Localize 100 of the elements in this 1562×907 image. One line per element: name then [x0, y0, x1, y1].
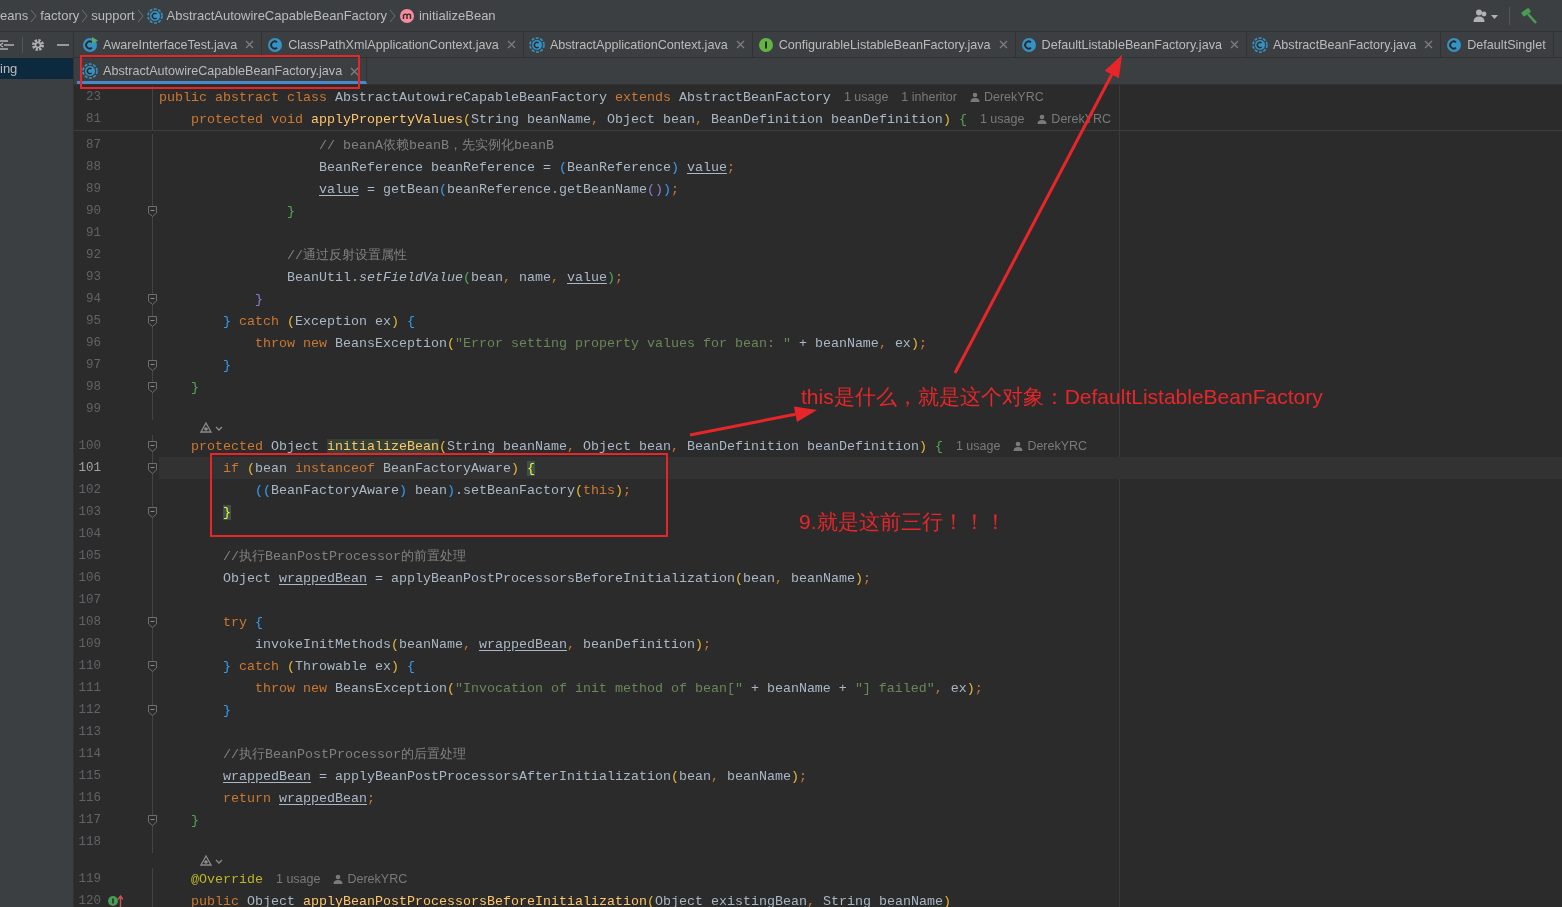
code-line: @Override: [191, 871, 263, 887]
breadcrumb-item[interactable]: support: [91, 8, 135, 23]
fold-icon[interactable]: [148, 462, 157, 474]
line-number: 89: [85, 182, 101, 196]
editor-tab[interactable]: AwareInterfaceTest.java: [77, 32, 263, 57]
line-number: 81: [85, 112, 101, 126]
method-icon: [399, 7, 415, 24]
breadcrumb-item[interactable]: AbstractAutowireCapableBeanFactory: [166, 8, 387, 23]
editor-tab[interactable]: AbstractBeanFactory.java: [1246, 32, 1442, 57]
author-name: DerekYRC: [347, 872, 408, 886]
code-line: return wrappedBean;: [223, 790, 375, 806]
code-line: } catch (Exception ex) {: [223, 313, 415, 329]
code-line: throw new BeansException("Invocation of init method of bean[" + beanName + "] failed", ex);: [255, 680, 983, 696]
line-number: 104: [77, 527, 101, 541]
code-line: value = getBean(beanReference.getBeanName());: [318, 181, 679, 197]
line-number: 105: [77, 549, 101, 563]
implemented-marker-icon[interactable]: [107, 894, 123, 907]
editor-tab[interactable]: AbstractAutowireCapableBeanFactory.java: [77, 58, 368, 84]
fold-icon[interactable]: [148, 315, 157, 327]
hammer-icon[interactable]: [1520, 6, 1538, 25]
line-number: 103: [77, 505, 101, 519]
person-icon: [969, 92, 980, 102]
settings-icon[interactable]: [31, 37, 45, 52]
code-line: Object wrappedBean = applyBeanPostProcessorsBeforeInitialization(bean, beanName);: [223, 570, 871, 586]
fold-icon[interactable]: [148, 704, 157, 716]
breadcrumb-item[interactable]: eans: [0, 8, 29, 23]
author-name: DerekYRC: [983, 90, 1044, 104]
line-number: 96: [85, 336, 101, 350]
line-number: 109: [77, 637, 101, 651]
line-number: 116: [77, 791, 101, 805]
fold-icon[interactable]: [148, 205, 157, 217]
close-icon[interactable]: [1424, 40, 1434, 49]
line-number: 97: [85, 358, 101, 372]
abstract-class-icon: [1251, 36, 1268, 53]
code-line: public abstract class AbstractAutowireCapableBeanFactory extends AbstractBeanFactory: [159, 89, 831, 105]
user-icon[interactable]: [1473, 7, 1499, 24]
line-number: 102: [77, 483, 101, 497]
annotation-note: this是什么，就是这个对象：DefaultListableBeanFactory: [801, 384, 1323, 410]
fold-icon[interactable]: [148, 660, 157, 672]
close-icon[interactable]: [506, 40, 516, 49]
person-icon: [333, 874, 344, 884]
line-number: 101: [77, 461, 101, 475]
annotation-note: 9.就是这前三行！！！: [799, 509, 1006, 535]
line-number: 120: [77, 894, 101, 907]
close-icon[interactable]: [735, 40, 745, 49]
line-number: 98: [85, 380, 101, 394]
code-line: //执行BeanPostProcessor的后置处理: [223, 746, 466, 763]
editor-tab[interactable]: DefaultListableBeanFactory.java: [1015, 32, 1247, 57]
editor-tab[interactable]: DefaultSinglet: [1441, 32, 1554, 57]
line-number: 95: [85, 314, 101, 328]
line-number: 119: [77, 872, 101, 886]
line-number: 108: [77, 615, 101, 629]
usage-hint: 1 usage: [979, 112, 1025, 126]
line-number: 110: [77, 659, 101, 673]
usage-hint: 1 usage: [276, 872, 321, 886]
code-line: if (bean instanceof BeanFactoryAware) {: [223, 460, 535, 476]
editor-tab[interactable]: ConfigurableListableBeanFactory.java: [752, 32, 1016, 57]
code-vision-icon[interactable]: [199, 853, 225, 868]
code-line: throw new BeansException("Error setting property values for bean: " + beanName, ex);: [255, 335, 927, 351]
line-number: 91: [85, 226, 101, 240]
code-line: }: [223, 702, 231, 718]
line-number: 100: [77, 439, 101, 453]
test-class-icon: [82, 36, 98, 53]
fold-icon[interactable]: [148, 359, 157, 371]
usage-hint: 1 usage: [843, 90, 889, 104]
fold-icon[interactable]: [148, 814, 157, 826]
interface-icon: [757, 36, 774, 53]
abstract-class-icon: [146, 7, 163, 24]
fold-icon[interactable]: [148, 616, 157, 628]
fold-icon[interactable]: [148, 293, 157, 305]
code-line: }: [223, 357, 231, 373]
line-number: 114: [77, 747, 101, 761]
close-icon[interactable]: [245, 40, 255, 49]
close-icon[interactable]: [1229, 40, 1239, 49]
fold-icon[interactable]: [148, 440, 157, 452]
line-number: 90: [85, 204, 101, 218]
collapse-icon[interactable]: [0, 37, 14, 52]
code-line: protected Object initializeBean(String beanName, Object bean, BeanDefinition beanDefinition) {: [191, 438, 943, 454]
fold-icon[interactable]: [148, 381, 157, 393]
code-line: }: [191, 812, 199, 828]
tree-item[interactable]: ing: [0, 58, 73, 79]
line-number: 115: [77, 769, 101, 783]
code-line: public Object applyBeanPostProcessorsBeforeInitialization(Object existingBean, String beanName): [191, 893, 951, 907]
editor-tab[interactable]: ClassPathXmlApplicationContext.java: [262, 32, 524, 57]
code-line: BeanReference beanReference = (BeanReference) value;: [318, 159, 735, 175]
code-line: //通过反射设置属性: [287, 247, 407, 264]
code-line: invokeInitMethods(beanName, wrappedBean, beanDefinition);: [255, 636, 711, 652]
code-vision-icon[interactable]: [199, 420, 225, 435]
code-line: }: [287, 203, 295, 219]
code-line: // beanA依赖beanB，先实例化beanB: [318, 137, 554, 154]
editor-tab[interactable]: AbstractApplicationContext.java: [523, 32, 753, 57]
abstract-class-icon: [82, 63, 98, 79]
breadcrumb-item[interactable]: initializeBean: [419, 8, 496, 23]
breadcrumb-item[interactable]: factory: [40, 8, 80, 23]
close-icon[interactable]: [350, 66, 360, 76]
code-line: }: [255, 291, 263, 307]
code-line: ((BeanFactoryAware) bean).setBeanFactory(this);: [255, 482, 631, 498]
line-number: 107: [77, 593, 101, 607]
close-icon[interactable]: [998, 40, 1008, 49]
fold-icon[interactable]: [148, 506, 157, 518]
